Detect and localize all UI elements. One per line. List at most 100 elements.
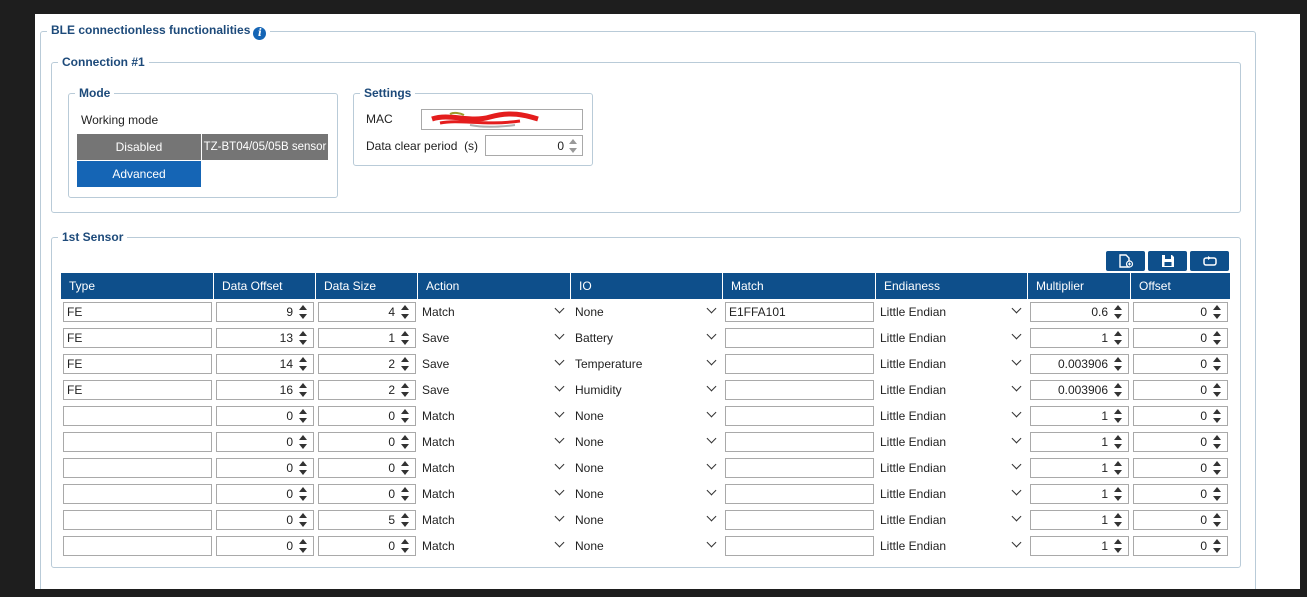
col-data-offset[interactable]: Data Offset bbox=[214, 273, 316, 299]
spinner-arrows-icon[interactable] bbox=[297, 460, 309, 476]
offset-spinner[interactable]: 0 bbox=[1133, 406, 1228, 426]
type-input[interactable] bbox=[63, 510, 212, 530]
multiplier-spinner[interactable]: 1 bbox=[1030, 458, 1129, 478]
spinner-arrows-icon[interactable] bbox=[297, 512, 309, 528]
offset-spinner[interactable]: 0 bbox=[1133, 458, 1228, 478]
col-match[interactable]: Match bbox=[723, 273, 876, 299]
spinner-arrows-icon[interactable] bbox=[1112, 330, 1124, 346]
spinner-arrows-icon[interactable] bbox=[1211, 512, 1223, 528]
col-io[interactable]: IO bbox=[571, 273, 723, 299]
offset-spinner[interactable]: 0 bbox=[1133, 536, 1228, 556]
match-input[interactable] bbox=[725, 484, 874, 504]
col-action[interactable]: Action bbox=[418, 273, 571, 299]
match-input[interactable] bbox=[725, 432, 874, 452]
match-input[interactable] bbox=[725, 458, 874, 478]
col-multiplier[interactable]: Multiplier bbox=[1028, 273, 1131, 299]
data-offset-spinner[interactable]: 0 bbox=[216, 432, 314, 452]
multiplier-spinner[interactable]: 1 bbox=[1030, 328, 1129, 348]
io-select[interactable]: None bbox=[573, 406, 721, 426]
match-input[interactable] bbox=[725, 328, 874, 348]
data-size-spinner[interactable]: 1 bbox=[318, 328, 416, 348]
spinner-arrows-icon[interactable] bbox=[1211, 408, 1223, 424]
io-select[interactable]: None bbox=[573, 510, 721, 530]
spinner-arrows-icon[interactable] bbox=[399, 408, 411, 424]
match-input[interactable] bbox=[725, 354, 874, 374]
spinner-arrows-icon[interactable] bbox=[1211, 460, 1223, 476]
endianess-select[interactable]: Little Endian bbox=[878, 484, 1026, 504]
type-input[interactable]: FE bbox=[63, 354, 212, 374]
spinner-arrows-icon[interactable] bbox=[297, 486, 309, 502]
spinner-arrows-icon[interactable] bbox=[1112, 304, 1124, 320]
mac-input[interactable] bbox=[421, 109, 583, 130]
action-select[interactable]: Save bbox=[420, 328, 569, 348]
data-offset-spinner[interactable]: 13 bbox=[216, 328, 314, 348]
endianess-select[interactable]: Little Endian bbox=[878, 432, 1026, 452]
spinner-arrows-icon[interactable] bbox=[1211, 538, 1223, 554]
data-size-spinner[interactable]: 0 bbox=[318, 458, 416, 478]
io-select[interactable]: None bbox=[573, 302, 721, 322]
match-input[interactable] bbox=[725, 510, 874, 530]
spinner-arrows-icon[interactable] bbox=[1112, 382, 1124, 398]
match-input[interactable] bbox=[725, 380, 874, 400]
col-data-size[interactable]: Data Size bbox=[316, 273, 418, 299]
spinner-arrows-icon[interactable] bbox=[399, 330, 411, 346]
action-select[interactable]: Save bbox=[420, 380, 569, 400]
col-type[interactable]: Type bbox=[61, 273, 214, 299]
spinner-arrows-icon[interactable] bbox=[297, 434, 309, 450]
endianess-select[interactable]: Little Endian bbox=[878, 302, 1026, 322]
action-select[interactable]: Match bbox=[420, 406, 569, 426]
spinner-arrows-icon[interactable] bbox=[1112, 538, 1124, 554]
info-icon[interactable]: i bbox=[253, 27, 267, 40]
io-select[interactable]: None bbox=[573, 484, 721, 504]
action-select[interactable]: Match bbox=[420, 432, 569, 452]
offset-spinner[interactable]: 0 bbox=[1133, 354, 1228, 374]
action-select[interactable]: Match bbox=[420, 458, 569, 478]
type-input[interactable] bbox=[63, 536, 212, 556]
type-input[interactable] bbox=[63, 458, 212, 478]
data-offset-spinner[interactable]: 14 bbox=[216, 354, 314, 374]
spinner-arrows-icon[interactable] bbox=[1211, 304, 1223, 320]
data-size-spinner[interactable]: 5 bbox=[318, 510, 416, 530]
data-size-spinner[interactable]: 0 bbox=[318, 484, 416, 504]
mode-advanced-button[interactable]: Advanced bbox=[77, 161, 201, 187]
spinner-arrows-icon[interactable] bbox=[297, 382, 309, 398]
spinner-arrows-icon[interactable] bbox=[399, 460, 411, 476]
io-select[interactable]: None bbox=[573, 458, 721, 478]
spinner-arrows-icon[interactable] bbox=[399, 304, 411, 320]
offset-spinner[interactable]: 0 bbox=[1133, 302, 1228, 322]
spinner-arrows-icon[interactable] bbox=[297, 330, 309, 346]
spinner-arrows-icon[interactable] bbox=[297, 356, 309, 372]
offset-spinner[interactable]: 0 bbox=[1133, 380, 1228, 400]
spinner-arrows-icon[interactable] bbox=[399, 538, 411, 554]
multiplier-spinner[interactable]: 1 bbox=[1030, 432, 1129, 452]
io-select[interactable]: Temperature bbox=[573, 354, 721, 374]
spinner-arrows-icon[interactable] bbox=[1112, 408, 1124, 424]
data-offset-spinner[interactable]: 9 bbox=[216, 302, 314, 322]
data-size-spinner[interactable]: 2 bbox=[318, 354, 416, 374]
multiplier-spinner[interactable]: 1 bbox=[1030, 536, 1129, 556]
spinner-arrows-icon[interactable] bbox=[1112, 512, 1124, 528]
multiplier-spinner[interactable]: 0.003906 bbox=[1030, 354, 1129, 374]
data-size-spinner[interactable]: 0 bbox=[318, 432, 416, 452]
match-input[interactable] bbox=[725, 406, 874, 426]
io-select[interactable]: None bbox=[573, 536, 721, 556]
col-endianess[interactable]: Endianess bbox=[876, 273, 1028, 299]
data-offset-spinner[interactable]: 0 bbox=[216, 406, 314, 426]
endianess-select[interactable]: Little Endian bbox=[878, 458, 1026, 478]
spinner-arrows-icon[interactable] bbox=[1112, 486, 1124, 502]
data-clear-spinner[interactable]: 0 bbox=[485, 135, 583, 156]
spinner-arrows-icon[interactable] bbox=[399, 486, 411, 502]
reload-button[interactable] bbox=[1190, 251, 1229, 271]
spinner-arrows-icon[interactable] bbox=[567, 138, 579, 154]
spinner-arrows-icon[interactable] bbox=[399, 356, 411, 372]
mode-tz-sensor-button[interactable]: TZ-BT04/05/05B sensor bbox=[202, 134, 328, 160]
io-select[interactable]: Battery bbox=[573, 328, 721, 348]
mode-disabled-button[interactable]: Disabled bbox=[77, 134, 201, 160]
type-input[interactable]: FE bbox=[63, 302, 212, 322]
endianess-select[interactable]: Little Endian bbox=[878, 406, 1026, 426]
data-offset-spinner[interactable]: 0 bbox=[216, 484, 314, 504]
match-input[interactable] bbox=[725, 536, 874, 556]
data-offset-spinner[interactable]: 0 bbox=[216, 458, 314, 478]
multiplier-spinner[interactable]: 1 bbox=[1030, 510, 1129, 530]
action-select[interactable]: Match bbox=[420, 510, 569, 530]
